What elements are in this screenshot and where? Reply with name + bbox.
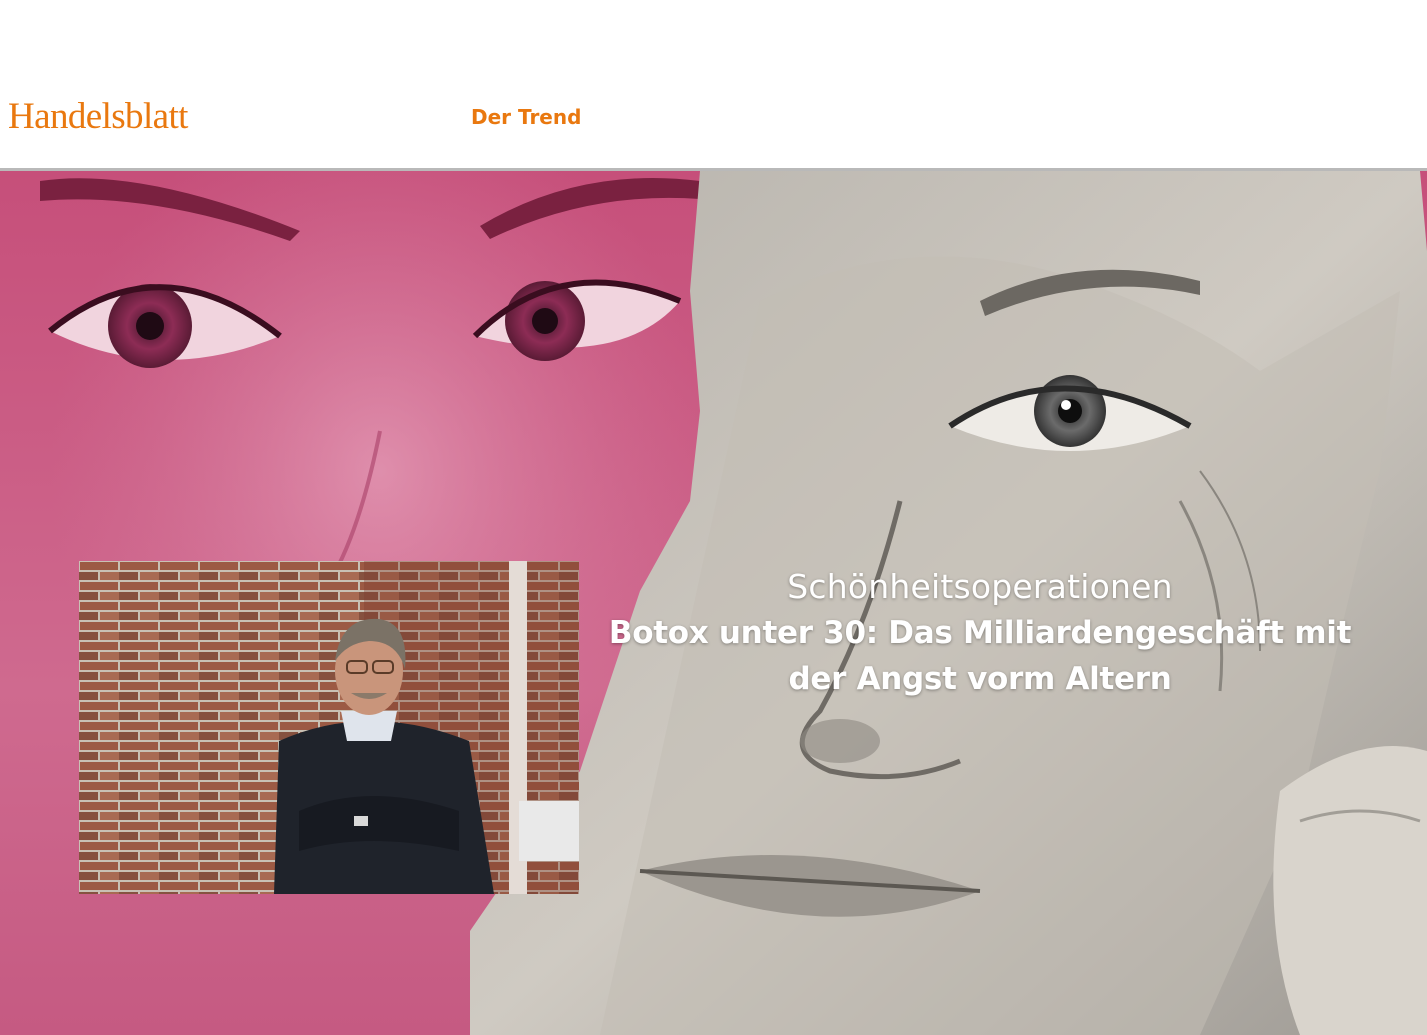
article-title[interactable]: Botox unter 30: Das Milliardengeschäft m… [600, 610, 1360, 702]
site-header: Handelsblatt Der Trend [0, 0, 1427, 171]
headline-block: Schönheitsoperationen Botox unter 30: Da… [600, 566, 1360, 702]
hero-image[interactable]: Schönheitsoperationen Botox unter 30: Da… [0, 171, 1427, 1035]
article-title-line-2[interactable]: der Angst vorm Altern [600, 656, 1360, 702]
author-portrait-illustration [79, 561, 579, 894]
handelsblatt-logo[interactable]: Handelsblatt [8, 95, 188, 139]
article-title-line-1[interactable]: Botox unter 30: Das Milliardengeschäft m… [600, 610, 1360, 656]
article-kicker: Schönheitsoperationen [787, 567, 1173, 606]
author-portrait-photo[interactable] [79, 561, 579, 894]
section-link-der-trend[interactable]: Der Trend [471, 103, 581, 131]
